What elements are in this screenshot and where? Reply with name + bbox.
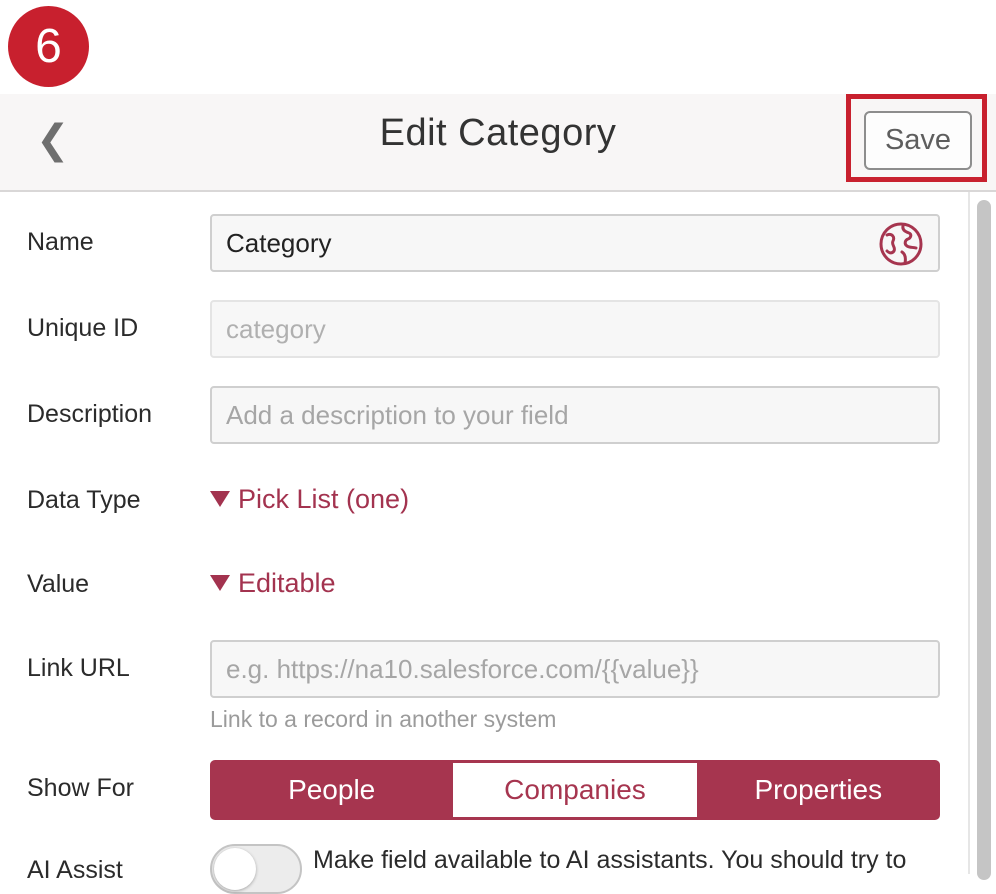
edit-form: Name Category Unique ID category Descrip… [0,192,968,894]
name-field[interactable]: Category [210,214,940,272]
value-dropdown[interactable]: Editable [210,568,336,599]
value-label: Value [27,570,90,598]
show-for-people[interactable]: People [210,760,453,820]
data-type-label: Data Type [27,486,141,514]
ai-assist-label: AI Assist [27,856,123,884]
ai-assist-description: Make field available to AI assistants. Y… [313,846,907,874]
ai-assist-toggle[interactable] [210,844,302,894]
unique-id-label: Unique ID [27,314,139,342]
show-for-segmented-control: People Companies Properties [210,760,940,820]
description-label: Description [27,400,153,428]
globe-icon[interactable] [878,221,924,267]
scrollbar[interactable] [968,192,996,880]
chevron-left-icon[interactable]: ❮ [36,120,70,160]
toggle-knob [214,848,256,890]
show-for-label: Show For [27,774,134,802]
caret-down-icon [210,490,230,507]
data-type-value: Pick List (one) [238,484,410,514]
show-for-companies[interactable]: Companies [453,763,697,817]
link-url-hint: Link to a record in another system [210,706,557,732]
description-input[interactable]: Add a description to your field [210,386,940,444]
step-number-badge: 6 [8,6,89,87]
unique-id-field: category [210,300,940,358]
link-url-input[interactable]: e.g. https://na10.salesforce.com/{{value… [210,640,940,698]
scroll-thumb[interactable] [977,200,991,880]
caret-down-icon [210,574,230,591]
save-button[interactable]: Save [864,111,972,170]
value-dropdown-value: Editable [238,568,336,598]
name-field-value: Category [226,228,332,258]
data-type-dropdown[interactable]: Pick List (one) [210,484,409,515]
name-label: Name [27,228,94,256]
link-url-label: Link URL [27,654,130,682]
show-for-properties[interactable]: Properties [697,760,940,820]
